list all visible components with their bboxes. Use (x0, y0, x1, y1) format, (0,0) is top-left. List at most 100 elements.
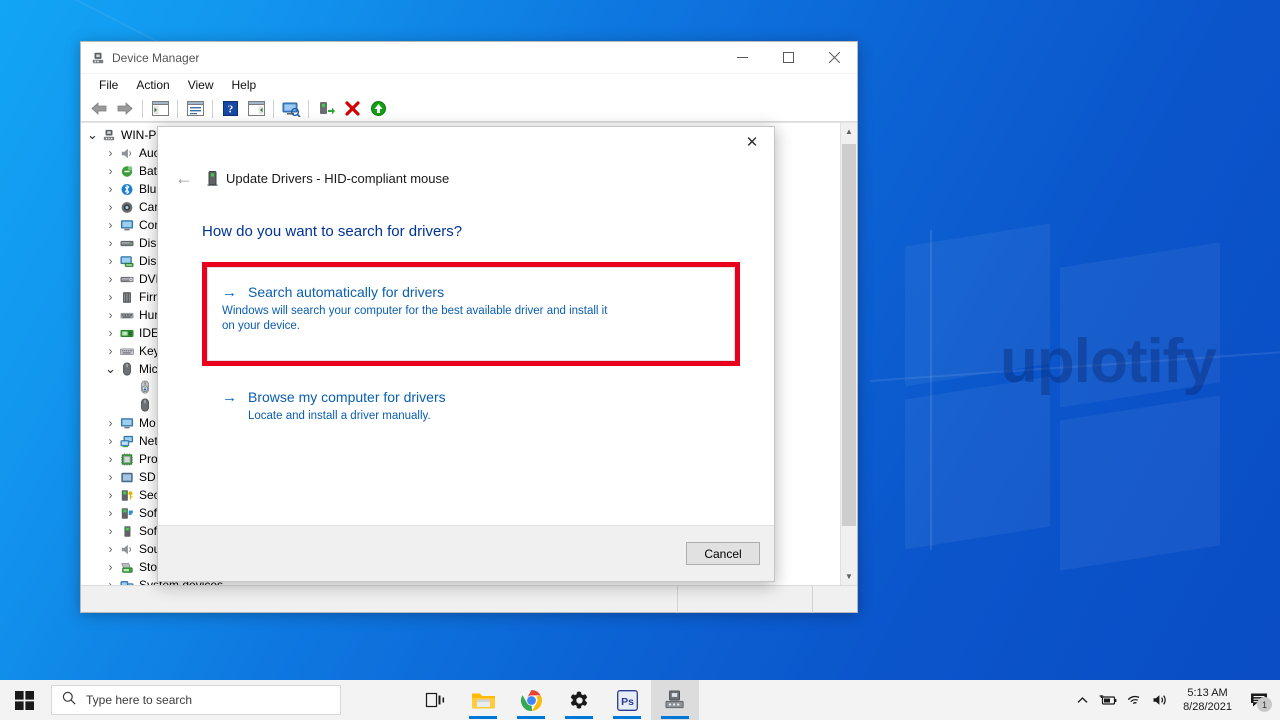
battery-icon (118, 165, 136, 178)
option-title[interactable]: Browse my computer for drivers (248, 389, 446, 406)
hid-mouse-icon (136, 380, 154, 394)
update-driver-icon[interactable] (314, 98, 338, 120)
update-drivers-dialog: ✕ ← Update Drivers - HID-compliant mouse… (157, 126, 775, 582)
option-browse-my-computer[interactable]: → Browse my computer for drivers Locate … (202, 388, 740, 425)
battery-icon[interactable] (1095, 680, 1121, 720)
chevron-down-icon[interactable]: ⌄ (85, 128, 100, 141)
scrollbar-track[interactable] (841, 140, 857, 568)
chevron-right-icon[interactable]: › (103, 290, 118, 304)
settings-icon[interactable] (555, 680, 603, 720)
chevron-right-icon[interactable]: › (103, 506, 118, 520)
show-hide-action-pane-icon[interactable] (244, 98, 268, 120)
chevron-right-icon[interactable]: › (103, 416, 118, 430)
action-center-icon[interactable]: 1 (1242, 680, 1276, 720)
desktop: uplotify Device Manager File Action View… (0, 0, 1280, 720)
minimize-button[interactable] (719, 42, 765, 74)
sound-device-icon (118, 543, 136, 556)
volume-icon[interactable] (1147, 680, 1173, 720)
search-input[interactable]: Type here to search (51, 685, 341, 715)
menu-bar: File Action View Help (81, 74, 857, 96)
tree-item-label: IDE (139, 326, 160, 340)
chevron-right-icon[interactable]: › (103, 560, 118, 574)
chevron-right-icon[interactable]: › (103, 434, 118, 448)
chrome-icon[interactable] (507, 680, 555, 720)
dialog-back-button[interactable]: ← (170, 164, 198, 192)
clock-date: 8/28/2021 (1183, 701, 1232, 713)
sd-host-adapter-icon (118, 471, 136, 484)
cancel-button[interactable]: Cancel (686, 542, 760, 565)
chevron-right-icon[interactable]: › (103, 524, 118, 538)
option-description: Locate and install a driver manually. (248, 410, 431, 422)
show-hide-console-tree-icon[interactable] (148, 98, 172, 120)
back-arrow-icon[interactable] (87, 98, 111, 120)
tree-item-label: Net (139, 434, 158, 448)
scroll-down-arrow-icon[interactable]: ▼ (841, 568, 857, 585)
highlight-box: → Search automatically for drivers Windo… (202, 262, 740, 366)
chevron-right-icon[interactable]: › (103, 470, 118, 484)
dialog-content: How do you want to search for drivers? →… (158, 195, 774, 525)
scrollbar-thumb[interactable] (842, 144, 856, 526)
file-explorer-icon[interactable] (459, 680, 507, 720)
clock[interactable]: 5:13 AM 8/28/2021 (1173, 680, 1242, 720)
tree-item-label: Sof (139, 506, 158, 520)
security-device-icon (118, 489, 136, 502)
tree-item-label: Mo (139, 416, 156, 430)
chevron-right-icon[interactable]: › (103, 578, 118, 585)
option-title[interactable]: Search automatically for drivers (248, 284, 444, 301)
chevron-right-icon[interactable]: › (103, 146, 118, 160)
chevron-right-icon[interactable]: › (103, 452, 118, 466)
properties-icon[interactable] (183, 98, 207, 120)
photoshop-icon[interactable]: Ps (603, 680, 651, 720)
chevron-right-icon[interactable]: › (103, 308, 118, 322)
task-view-icon[interactable] (411, 680, 459, 720)
chevron-right-icon[interactable]: › (103, 200, 118, 214)
help-icon[interactable]: ? (218, 98, 242, 120)
chevron-down-icon[interactable]: ⌄ (103, 362, 118, 375)
forward-arrow-icon[interactable] (113, 98, 137, 120)
taskbar: Type here to search Ps 5:13 AM 8/28/2021… (0, 680, 1280, 720)
chevron-right-icon[interactable]: › (103, 272, 118, 286)
device-manager-taskbar-icon[interactable] (651, 680, 699, 720)
show-hidden-icons-chevron-icon[interactable] (1069, 680, 1095, 720)
software-component-icon (118, 507, 136, 520)
dialog-topbar: ✕ (158, 127, 774, 161)
menu-item-file[interactable]: File (90, 76, 127, 94)
chevron-right-icon[interactable]: › (103, 344, 118, 358)
chevron-right-icon[interactable]: › (103, 236, 118, 250)
window-titlebar: Device Manager (81, 42, 857, 74)
tree-item-label: Bat (139, 164, 158, 178)
disable-device-icon[interactable] (340, 98, 364, 120)
dvd-drive-icon (118, 273, 136, 286)
close-button[interactable] (811, 42, 857, 74)
search-placeholder: Type here to search (86, 693, 193, 707)
wifi-icon[interactable] (1121, 680, 1147, 720)
audio-icon (118, 147, 136, 160)
scan-for-hardware-changes-icon[interactable] (279, 98, 303, 120)
system-device-icon (118, 579, 136, 585)
chevron-right-icon[interactable]: › (103, 182, 118, 196)
chevron-right-icon[interactable]: › (103, 542, 118, 556)
scroll-up-arrow-icon[interactable]: ▲ (841, 123, 857, 140)
storage-controller-icon (118, 561, 136, 574)
chevron-right-icon[interactable]: › (103, 488, 118, 502)
window-title: Device Manager (112, 50, 200, 65)
uninstall-device-icon[interactable] (366, 98, 390, 120)
tree-scrollbar[interactable]: ▲ ▼ (840, 123, 857, 585)
disk-drive-icon (118, 237, 136, 250)
maximize-button[interactable] (765, 42, 811, 74)
chevron-right-icon[interactable]: › (103, 218, 118, 232)
window-controls (719, 42, 857, 74)
chevron-right-icon[interactable]: › (103, 254, 118, 268)
menu-item-view[interactable]: View (179, 76, 223, 94)
tree-item-label: Pro (139, 452, 158, 466)
menu-item-action[interactable]: Action (127, 76, 178, 94)
option-search-automatically[interactable]: → Search automatically for drivers Windo… (207, 267, 735, 361)
menu-item-help[interactable]: Help (223, 76, 266, 94)
software-device-icon (118, 525, 136, 538)
chevron-right-icon[interactable]: › (103, 326, 118, 340)
windows-start-icon[interactable] (0, 680, 48, 720)
notification-badge: 1 (1257, 697, 1272, 712)
dialog-close-button[interactable]: ✕ (730, 127, 774, 157)
search-icon (62, 691, 76, 710)
chevron-right-icon[interactable]: › (103, 164, 118, 178)
